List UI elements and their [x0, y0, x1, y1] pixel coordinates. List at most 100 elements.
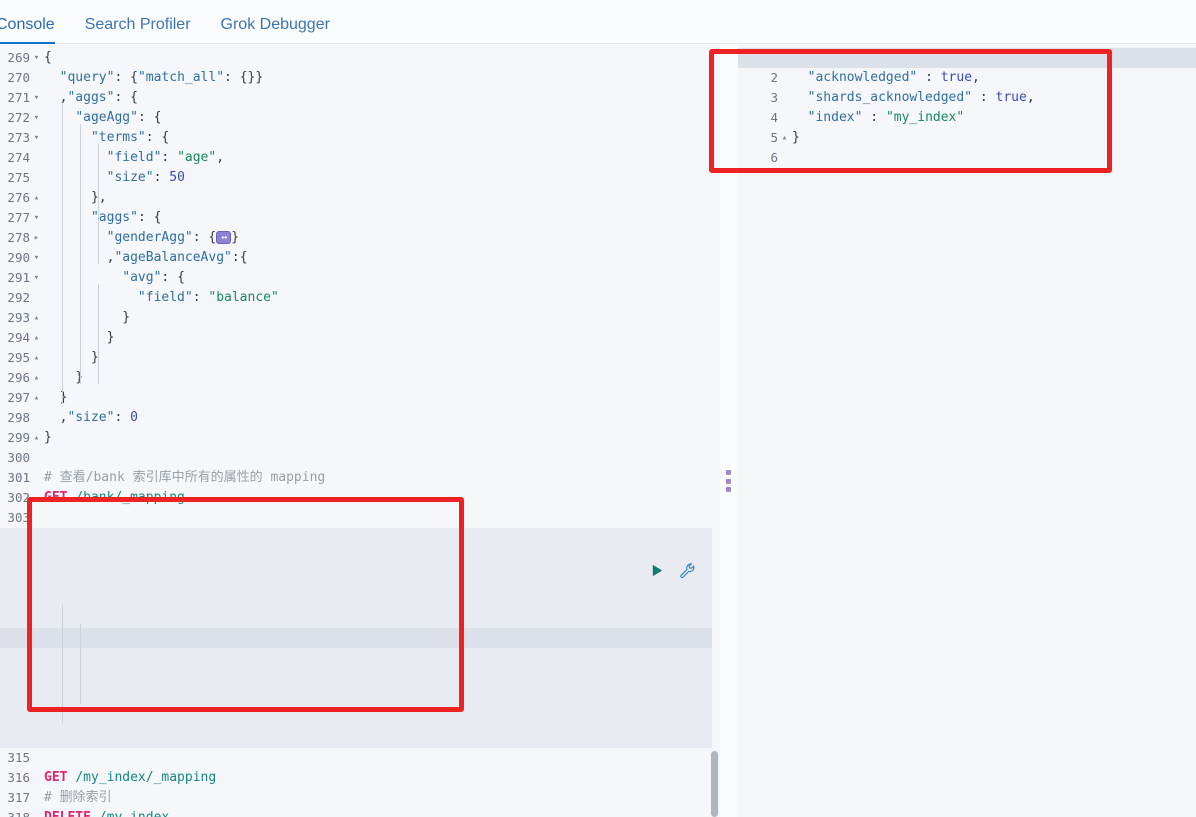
line-number: 269 ▾	[0, 48, 44, 68]
pane-divider[interactable]	[720, 44, 738, 817]
grip-dot	[726, 470, 731, 475]
grip-dot	[726, 487, 731, 492]
code-line[interactable]: }	[44, 388, 325, 408]
resize-grip-icon[interactable]	[726, 470, 732, 492]
fold-close-icon[interactable]: ▴	[779, 128, 790, 148]
line-number: 290 ▾	[0, 248, 44, 268]
line-number: 295 ▴	[0, 348, 44, 368]
fold-close-icon[interactable]: ▴	[31, 388, 42, 408]
indent-guide	[62, 604, 63, 724]
tab-list: Console Search Profiler Grok Debugger	[0, 0, 1196, 45]
fold-open-icon[interactable]: ▾	[31, 248, 42, 268]
play-icon[interactable]	[650, 563, 665, 578]
code-line[interactable]: }	[44, 428, 325, 448]
editor-scrollbar[interactable]	[711, 44, 718, 817]
code-line[interactable]: }	[792, 128, 1035, 148]
code-line[interactable]: DELETE /my_index	[44, 808, 325, 817]
line-number: 2	[770, 70, 778, 85]
code-line[interactable]: "ageAgg": {	[44, 108, 325, 128]
code-line[interactable]: "size": 50	[44, 168, 325, 188]
line-number: 297 ▴	[0, 388, 44, 408]
code-line[interactable]: "field": "balance"	[44, 288, 325, 308]
response-pane[interactable]: 1▾2345▴6 { "acknowledged" : true, "shard…	[738, 44, 1196, 817]
grip-dot	[726, 478, 731, 484]
fold-collapsed-icon[interactable]: ▸	[31, 228, 42, 248]
response-viewer[interactable]: 1▾2345▴6 { "acknowledged" : true, "shard…	[738, 44, 1196, 168]
line-number: 318	[0, 808, 44, 817]
request-actions	[650, 562, 696, 579]
indent-guide	[98, 144, 99, 264]
line-number: 273 ▾	[0, 128, 44, 148]
line-number: 298	[7, 410, 30, 425]
tab-bar: Console Search Profiler Grok Debugger	[0, 0, 1196, 45]
line-number: 3	[770, 90, 778, 105]
tab-grok-debugger[interactable]: Grok Debugger	[221, 17, 352, 44]
code-line[interactable]	[44, 748, 325, 768]
fold-open-icon[interactable]: ▾	[31, 108, 42, 128]
fold-close-icon[interactable]: ▴	[31, 368, 42, 388]
code-line[interactable]: "aggs": {	[44, 208, 325, 228]
code-line[interactable]: "index" : "my_index"	[792, 108, 1035, 128]
fold-close-icon[interactable]: ▴	[31, 428, 42, 448]
code-line[interactable]: {	[44, 48, 325, 68]
code-line[interactable]: }	[44, 348, 325, 368]
line-number: 317	[7, 790, 30, 805]
line-number: 278 ▸	[0, 228, 44, 248]
line-number: 292	[7, 290, 30, 305]
code-line[interactable]: "field": "age",	[44, 148, 325, 168]
code-line[interactable]: "acknowledged" : true,	[792, 68, 1035, 88]
fold-close-icon[interactable]: ▴	[31, 308, 42, 328]
line-number: 296 ▴	[0, 368, 44, 388]
line-number: 294 ▴	[0, 328, 44, 348]
code-line[interactable]	[44, 448, 325, 468]
fold-close-icon[interactable]: ▴	[31, 348, 42, 368]
code-line[interactable]: "terms": {	[44, 128, 325, 148]
request-editor[interactable]: 269 ▾ 270 271 ▾ 272 ▾ 273 ▾ 274 275 276 ▴ 277 ▾ 278 ▸ 290…	[0, 44, 720, 817]
code-line[interactable]	[44, 508, 325, 528]
code-line[interactable]: }	[44, 328, 325, 348]
fold-open-icon[interactable]: ▾	[31, 208, 42, 228]
code-line[interactable]: ,"size": 0	[44, 408, 325, 428]
line-number: 272 ▾	[0, 108, 44, 128]
code-line[interactable]: "query": {"match_all": {}}	[44, 68, 325, 88]
line-number: 302	[7, 490, 30, 505]
tab-search-profiler[interactable]: Search Profiler	[85, 17, 213, 44]
line-number: 275	[7, 170, 30, 185]
fold-open-icon[interactable]: ▾	[31, 268, 42, 288]
line-number: 301	[7, 470, 30, 485]
code-line[interactable]: }	[44, 308, 325, 328]
code-line[interactable]: ,"ageBalanceAvg":{	[44, 248, 325, 268]
code-line[interactable]	[792, 148, 1035, 168]
fold-close-icon[interactable]: ▴	[31, 328, 42, 348]
request-editor-pane[interactable]: 269 ▾ 270 271 ▾ 272 ▾ 273 ▾ 274 275 276 ▴ 277 ▾ 278 ▸ 290…	[0, 44, 720, 817]
code-line[interactable]: ,"aggs": {	[44, 88, 325, 108]
indent-guide	[80, 624, 81, 704]
line-number: 293 ▴	[0, 308, 44, 328]
tab-console[interactable]: Console	[0, 17, 77, 45]
collapsed-fold-badge[interactable]: ↔	[216, 231, 232, 244]
code-line[interactable]: "avg": {	[44, 268, 325, 288]
code-line[interactable]: GET /my_index/_mapping	[44, 768, 325, 788]
line-number: 315	[7, 750, 30, 765]
line-number: 4	[770, 110, 778, 125]
code-line[interactable]: GET /bank/_mapping	[44, 488, 325, 508]
line-number: 270	[7, 70, 30, 85]
code-line[interactable]: }	[44, 368, 325, 388]
fold-open-icon[interactable]: ▾	[31, 128, 42, 148]
line-number: 277 ▾	[0, 208, 44, 228]
editor-scrollbar-thumb[interactable]	[711, 751, 718, 817]
line-number: 5 ▴	[738, 128, 792, 148]
line-number: 274	[7, 150, 30, 165]
fold-open-icon[interactable]: ▾	[31, 48, 42, 68]
code-line[interactable]: "shards_acknowledged" : true,	[792, 88, 1035, 108]
wrench-icon[interactable]	[679, 562, 696, 579]
indent-guide	[98, 284, 99, 384]
fold-close-icon[interactable]: ▴	[31, 188, 42, 208]
code-line[interactable]: "genderAgg": {↔}	[44, 228, 325, 248]
code-line[interactable]: # 删除索引	[44, 788, 325, 808]
line-number: 291 ▾	[0, 268, 44, 288]
code-line[interactable]: },	[44, 188, 325, 208]
line-number: 6	[770, 150, 778, 165]
code-line[interactable]: # 查看/bank 索引库中所有的属性的 mapping	[44, 468, 325, 488]
fold-open-icon[interactable]: ▾	[31, 88, 42, 108]
